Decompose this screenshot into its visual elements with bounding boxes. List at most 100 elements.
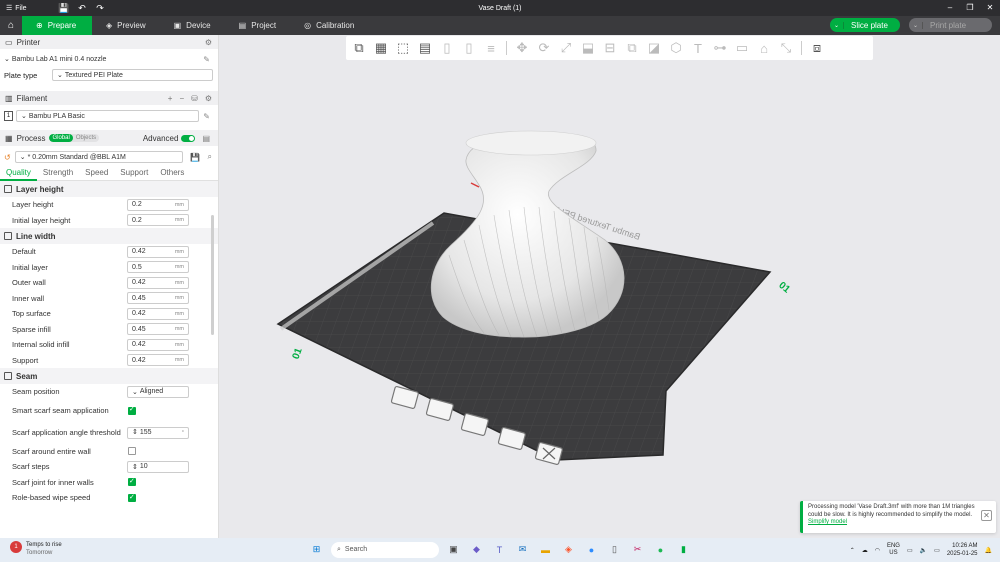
param-input[interactable]: 0.45 mm [127,292,189,305]
search-icon[interactable]: ⌕ [208,152,212,162]
cloud-icon[interactable]: ☁ [862,547,868,554]
filament-section-header[interactable]: ▥ Filament + − ⛁ ⚙ [0,91,218,105]
chevron-up-icon[interactable]: ⌃ [850,547,855,554]
slice-plate-button[interactable]: ⌄ Slice plate [830,18,900,32]
scope-global[interactable]: Global [49,134,73,142]
scarf-steps-stepper[interactable]: ⇕ 10 [127,460,189,473]
advanced-toggle[interactable] [181,134,196,142]
windows-start-icon[interactable]: ⊞ [308,541,325,558]
tab-strength[interactable]: Strength [37,165,79,181]
task-view-icon[interactable]: ▣ [445,541,462,558]
bambu-studio-icon[interactable]: ▮ [675,541,692,558]
boolean-icon[interactable]: ⧉ [621,37,643,59]
taskbar-search[interactable]: ⌕ Search [331,541,439,558]
measure-icon[interactable]: ⊶ [709,37,731,59]
tab-calibration[interactable]: ◎ Calibration [290,16,368,35]
redo-icon[interactable]: ↷ [91,3,109,14]
role-wipe-checkbox[interactable] [128,493,136,502]
wifi-icon[interactable]: ◠ [875,547,880,554]
filament-settings-icon[interactable]: ⚙ [205,94,212,103]
view-options-icon[interactable]: ⧈ [806,37,828,59]
plate-type-select[interactable]: ⌄ Textured PEI Plate [52,69,213,81]
printer-select[interactable]: ⌄ Bambu Lab A1 mini 0.4 nozzle [4,53,200,65]
add-object-icon[interactable]: ⧉ [348,37,370,59]
param-input[interactable]: 0.45 mm [127,323,189,336]
reset-icon[interactable]: ↺ [4,153,11,162]
chevron-down-icon[interactable]: ⌄ [909,21,923,29]
split-parts-icon[interactable]: ▯ [458,37,480,59]
seam-paint-icon[interactable]: ⬡ [665,37,687,59]
display-icon[interactable]: ▭ [907,547,913,554]
brave-browser-icon[interactable]: ◈ [560,541,577,558]
param-input[interactable]: 0.42 mm [127,354,189,367]
scarf-angle-stepper[interactable]: ⇕ 155 ° [127,426,189,439]
auto-orient-icon[interactable]: ⬚ [392,37,414,59]
param-input[interactable]: 0.42 mm [127,245,189,258]
scarf-entire-checkbox[interactable] [128,447,136,456]
tab-support[interactable]: Support [114,165,154,181]
close-icon[interactable]: ✕ [981,510,992,521]
print-plate-button[interactable]: ⌄ Print plate [909,18,992,32]
rotate-icon[interactable]: ⟳ [533,37,555,59]
simplify-model-link[interactable]: Simplify model [808,519,847,525]
file-explorer-icon[interactable]: ▬ [537,541,554,558]
tab-preview[interactable]: ◈ Preview [92,16,160,35]
tab-prepare[interactable]: ⊕ Prepare [22,16,92,35]
file-menu[interactable]: ☰ File [0,4,55,13]
minimize-icon[interactable]: – [940,0,960,16]
arrange-icon[interactable]: ▤ [414,37,436,59]
copilot-icon[interactable]: ◆ [468,541,485,558]
chevron-down-icon[interactable]: ⌄ [830,21,844,29]
undo-icon[interactable]: ↶ [73,3,91,14]
scope-objects[interactable]: Objects [73,134,99,142]
scale-icon[interactable]: ⤢ [555,37,577,59]
tab-project[interactable]: ▤ Project [225,16,290,35]
spotify-icon[interactable]: ● [652,541,669,558]
restore-icon[interactable]: ❐ [960,0,980,16]
param-input[interactable]: 0.42 mm [127,276,189,289]
ams-icon[interactable]: ⛁ [191,94,198,103]
teams-icon[interactable]: T [491,541,508,558]
layers-icon[interactable]: ≡ [480,37,502,59]
edit-icon[interactable]: ✎ [203,55,210,64]
process-preset-select[interactable]: ⌄ * 0.20mm Standard @BBL A1M [14,151,183,163]
zoom-icon[interactable]: ● [583,541,600,558]
tab-others[interactable]: Others [154,165,190,181]
add-plate-icon[interactable]: ▦ [370,37,392,59]
close-icon[interactable]: ✕ [980,0,1000,16]
clock[interactable]: 10:26 AM 2025-01-25 [947,542,978,558]
cut-icon[interactable]: ⊟ [599,37,621,59]
split-objects-icon[interactable]: ▯ [436,37,458,59]
variable-layer-icon[interactable]: ▭ [731,37,753,59]
seam-position-select[interactable]: ⌄ Aligned [127,385,189,398]
move-icon[interactable]: ✥ [511,37,533,59]
printer-settings-icon[interactable]: ⚙ [205,38,212,47]
text-icon[interactable]: T [687,37,709,59]
notepad-icon[interactable]: ▯ [606,541,623,558]
param-input[interactable]: 0.2 mm [127,214,189,227]
smart-scarf-checkbox[interactable] [128,406,136,415]
printer-section-header[interactable]: ▭ Printer ⚙ [0,35,218,49]
assembly-icon[interactable]: ⤡ [775,37,797,59]
filament-slot[interactable]: 1 [4,111,13,121]
outlook-icon[interactable]: ✉ [514,541,531,558]
process-scope-toggle[interactable]: Global Objects [49,134,100,142]
language-indicator[interactable]: ENG US [887,543,900,557]
param-input[interactable]: 0.2 mm [127,198,189,211]
tab-device[interactable]: ▣ Device [160,16,225,35]
sidebar-scrollbar[interactable] [211,215,214,335]
save-preset-icon[interactable]: 💾 [190,153,200,162]
lay-on-face-icon[interactable]: ⬓ [577,37,599,59]
filament-select[interactable]: ⌄ Bambu PLA Basic [16,110,199,122]
home-icon[interactable]: ⌂ [0,16,22,35]
emboss-icon[interactable]: ⌂ [753,37,775,59]
3d-viewport[interactable]: 01 01 Bambu Textured PEI Plate [219,35,1000,538]
compare-icon[interactable]: ▤ [202,134,210,143]
snipping-tool-icon[interactable]: ✂ [629,541,646,558]
tab-quality[interactable]: Quality [0,165,37,181]
volume-icon[interactable]: 🔈 [920,547,927,554]
tab-speed[interactable]: Speed [79,165,114,181]
remove-filament-icon[interactable]: − [179,94,184,103]
param-input[interactable]: 0.42 mm [127,307,189,320]
save-icon[interactable]: 💾 [55,3,73,14]
